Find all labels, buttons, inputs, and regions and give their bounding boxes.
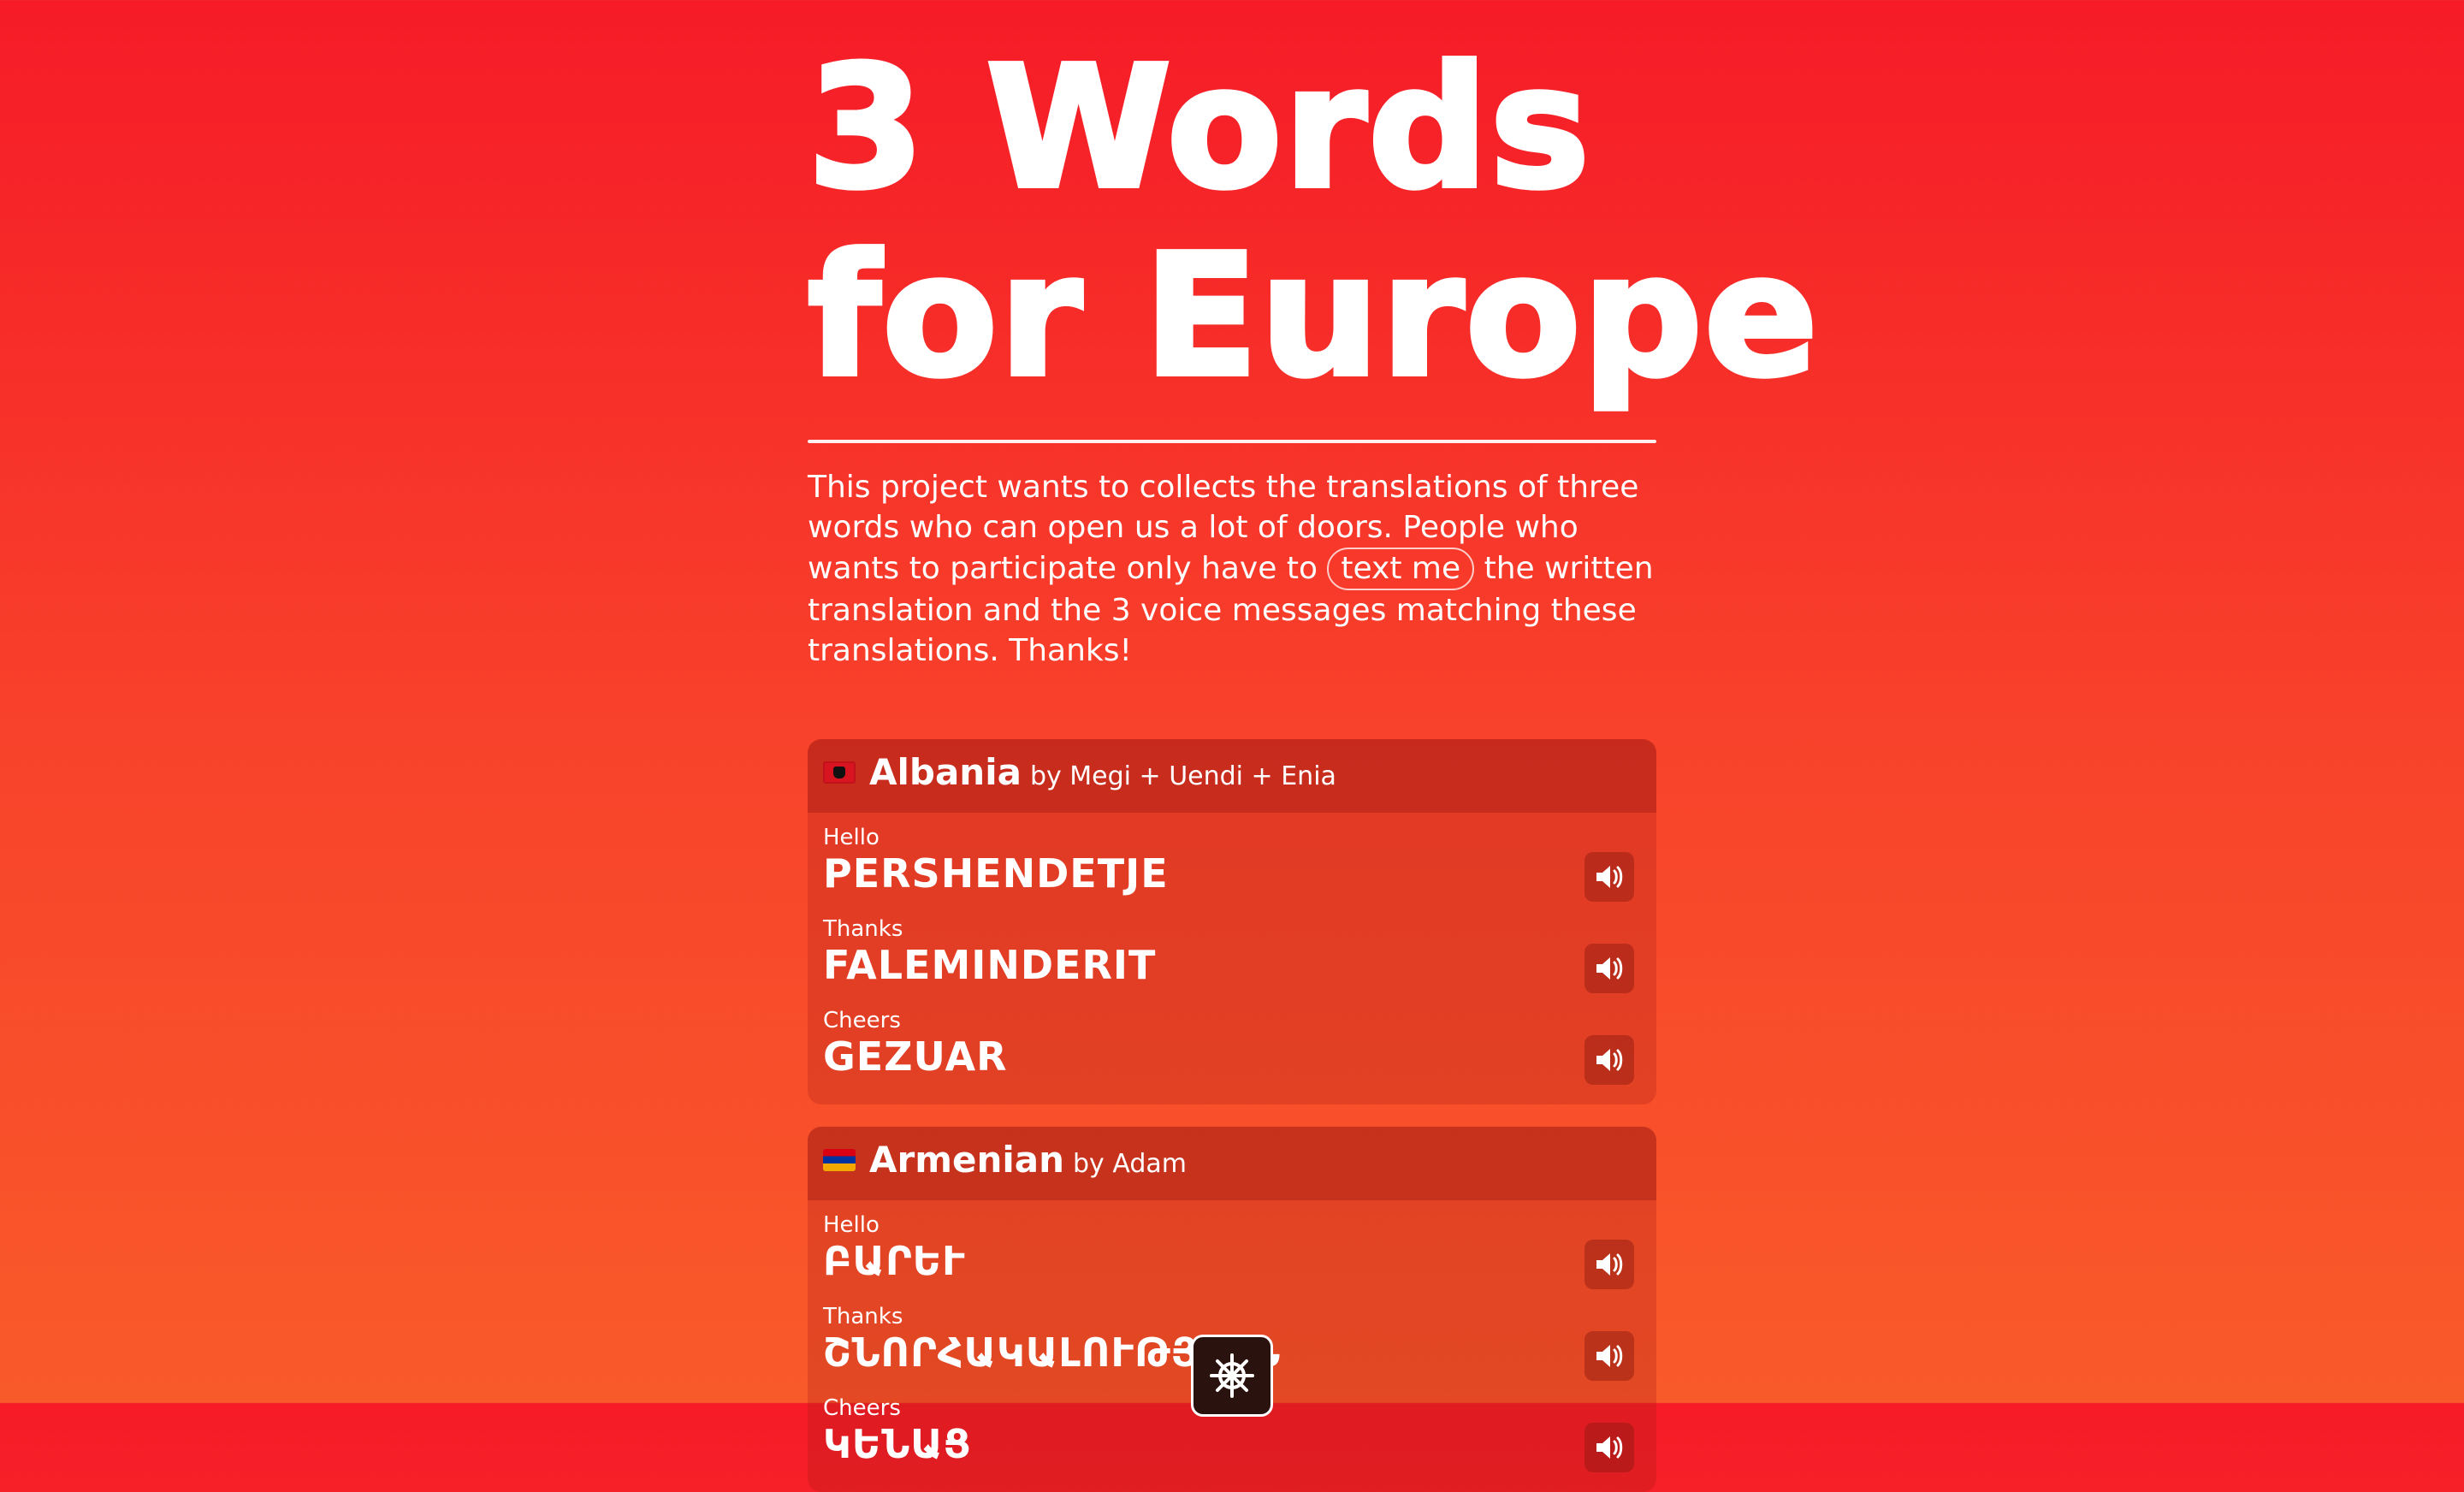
word-label: Hello [823, 1212, 880, 1238]
country-name: Armenian [869, 1139, 1065, 1181]
word-translation: ԿԵՆԱՑ [823, 1421, 972, 1467]
play-audio-button[interactable] [1584, 1035, 1634, 1085]
albania-flag-icon [823, 761, 856, 784]
country-name: Albania [869, 751, 1022, 793]
word-label: Thanks [823, 916, 903, 942]
page-title: 3 Words for Europe [805, 0, 1821, 414]
word-row-cheers: Cheers GEZUAR [808, 1003, 1656, 1094]
card-header: Armenian by Adam [808, 1127, 1656, 1200]
page-content: 3 Words for Europe This project wants to… [805, 0, 1821, 1492]
speaker-icon [1596, 866, 1623, 888]
ship-wheel-icon [1210, 1353, 1254, 1398]
play-audio-button[interactable] [1584, 852, 1634, 902]
country-card-albania: Albania by Megi + Uendi + Enia Hello PER… [808, 739, 1656, 1104]
word-list: Hello PERSHENDETJE Thanks FALEMINDERIT C… [808, 813, 1656, 1104]
play-audio-button[interactable] [1584, 1240, 1634, 1289]
country-contributors: by Adam [1073, 1149, 1187, 1179]
word-label: Hello [823, 825, 880, 850]
speaker-icon [1596, 1436, 1623, 1459]
speaker-icon [1596, 1049, 1623, 1071]
card-header: Albania by Megi + Uendi + Enia [808, 739, 1656, 813]
word-translation: ԲԱՐԵՒ [823, 1238, 966, 1284]
word-translation: GEZUAR [823, 1033, 1008, 1080]
play-audio-button[interactable] [1584, 1423, 1634, 1472]
play-audio-button[interactable] [1584, 944, 1634, 993]
title-divider [808, 440, 1656, 443]
word-translation: PERSHENDETJE [823, 850, 1169, 897]
word-row-thanks: Thanks FALEMINDERIT [808, 911, 1656, 1003]
country-card-armenian: Armenian by Adam Hello ԲԱՐԵՒ Thanks ՇՆՈՐ… [808, 1127, 1656, 1492]
word-translation: FALEMINDERIT [823, 942, 1157, 988]
word-row-hello: Hello ԲԱՐԵՒ [808, 1207, 1656, 1299]
title-line-1: 3 Words [805, 31, 1592, 226]
play-audio-button[interactable] [1584, 1331, 1634, 1381]
speaker-icon [1596, 1345, 1623, 1367]
speaker-icon [1596, 1253, 1623, 1276]
country-contributors: by Megi + Uendi + Enia [1029, 761, 1336, 791]
floating-action-button[interactable] [1191, 1335, 1273, 1417]
intro-paragraph: This project wants to collects the trans… [808, 467, 1656, 671]
word-label: Cheers [823, 1008, 901, 1033]
title-line-2: for Europe [805, 219, 1821, 414]
word-row-hello: Hello PERSHENDETJE [808, 820, 1656, 911]
speaker-icon [1596, 957, 1623, 980]
text-me-link[interactable]: text me [1327, 548, 1475, 590]
word-label: Thanks [823, 1304, 903, 1329]
armenia-flag-icon [823, 1149, 856, 1171]
